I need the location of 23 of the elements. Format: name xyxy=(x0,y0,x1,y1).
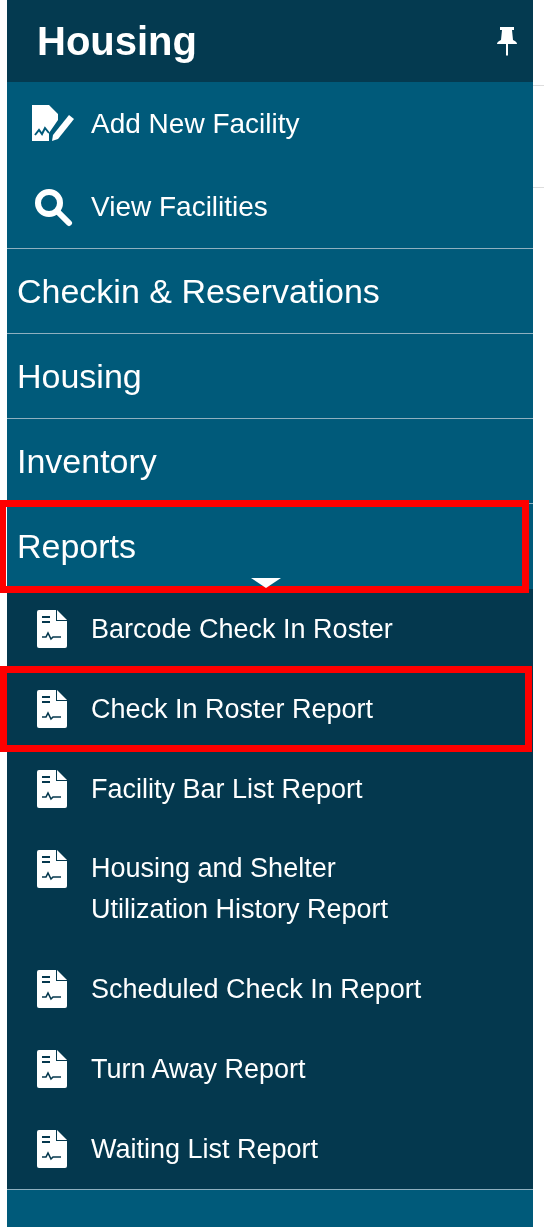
report-document-icon xyxy=(37,1130,67,1168)
report-document-icon xyxy=(37,770,67,808)
menu-item[interactable]: View Facilities xyxy=(7,165,533,248)
menu-section[interactable]: Checkin & Reservations xyxy=(7,249,533,334)
document-edit-icon xyxy=(31,103,75,144)
report-link[interactable]: Scheduled Check In Report xyxy=(7,949,533,1029)
report-document-icon xyxy=(37,690,67,728)
report-link[interactable]: Check In Roster Report xyxy=(3,669,529,749)
sidebar-title: Housing xyxy=(37,18,197,64)
report-link[interactable]: Waiting List Report xyxy=(7,1109,533,1189)
report-document-icon xyxy=(37,970,67,1008)
report-link[interactable]: Turn Away Report xyxy=(7,1029,533,1109)
report-document-icon xyxy=(37,850,67,888)
report-document-icon xyxy=(37,610,67,648)
pin-icon[interactable] xyxy=(495,26,519,56)
menu-section[interactable]: Inventory xyxy=(7,419,533,504)
report-document-icon xyxy=(37,1050,67,1088)
report-link[interactable]: Barcode Check In Roster xyxy=(7,589,533,669)
report-link[interactable]: Housing and Shelter Utilization History Report xyxy=(7,829,533,949)
menu-item[interactable]: Add New Facility xyxy=(7,82,533,165)
report-link[interactable]: Facility Bar List Report xyxy=(7,749,533,829)
menu-section[interactable]: Housing xyxy=(7,334,533,419)
menu-section[interactable]: Reports xyxy=(3,504,525,589)
